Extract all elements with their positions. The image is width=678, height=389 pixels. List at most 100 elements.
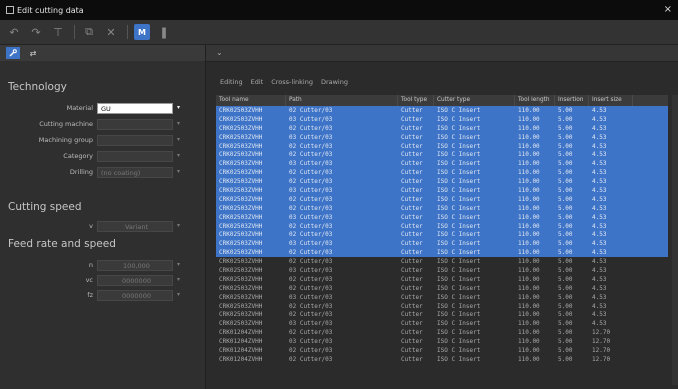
table-cell: 110.00	[518, 195, 540, 203]
redo-icon[interactable]: ↷	[28, 24, 44, 40]
table-row[interactable]: CRK02503ZVHH 02 Cutter/03 Cutter ISO C Inse…	[216, 275, 668, 284]
table-row[interactable]: CRK02503ZVHH 03 Cutter/03 Cutter ISO C Inse…	[216, 239, 668, 249]
table-row[interactable]: CRK01204ZVHH 02 Cutter/03 Cutter ISO C Inse…	[216, 328, 668, 337]
dropdown-arrow-icon[interactable]: ▾	[177, 120, 183, 128]
table-cell: 5.00	[558, 231, 573, 239]
column-header[interactable]: Tool type	[398, 95, 434, 106]
table-row[interactable]: CRK02503ZVHH 03 Cutter/03 Cutter ISO C Inse…	[216, 266, 668, 275]
scrollbar[interactable]	[672, 95, 678, 385]
table-row[interactable]: CRK02503ZVHH 02 Cutter/03 Cutter ISO C Inse…	[216, 284, 668, 293]
close-icon[interactable]: ×	[664, 4, 672, 15]
table-cell: 5.00	[558, 275, 573, 283]
delete-icon[interactable]: ✕	[103, 24, 119, 40]
table-cell: Cutter	[401, 195, 423, 203]
table-cell: 5.00	[558, 151, 573, 159]
column-header[interactable]: Insert size	[589, 95, 633, 106]
table-row[interactable]: CRK02503ZVHH 02 Cutter/03 Cutter ISO C Inse…	[216, 177, 668, 187]
dropdown-arrow-icon[interactable]: ▾	[177, 152, 183, 160]
dropdown-arrow-icon[interactable]: ▾	[177, 136, 183, 144]
table-cell: 110.00	[518, 284, 540, 292]
table-row[interactable]: CRK02503ZVHH 03 Cutter/03 Cutter ISO C Inse…	[216, 293, 668, 302]
feed-field-input[interactable]: 100,000	[97, 260, 173, 271]
table-row[interactable]: CRK02503ZVHH 02 Cutter/03 Cutter ISO C Inse…	[216, 123, 668, 133]
filter-icon[interactable]: ⊤	[50, 24, 66, 40]
tab-edit[interactable]: Edit	[251, 78, 264, 86]
table-cell: 02 Cutter/03	[289, 275, 333, 283]
tech-field-input[interactable]: GU	[97, 103, 173, 114]
column-header[interactable]: Cutter type	[434, 95, 515, 106]
table-cell: ISO C Insert	[437, 275, 481, 283]
table-row[interactable]: CRK02503ZVHH 02 Cutter/03 Cutter ISO C Inse…	[216, 150, 668, 160]
dropdown-arrow-icon[interactable]: ▾	[177, 276, 183, 284]
table-row[interactable]: CRK02503ZVHH 02 Cutter/03 Cutter ISO C Inse…	[216, 194, 668, 204]
dropdown-arrow-icon[interactable]: ▾	[177, 261, 183, 269]
table-row[interactable]: CRK02503ZVHH 02 Cutter/03 Cutter ISO C Inse…	[216, 310, 668, 319]
table-cell: 4.53	[592, 240, 607, 248]
table-cell: 110.00	[518, 231, 540, 239]
tab-cross-linking[interactable]: Cross-linking	[271, 78, 313, 86]
dropdown-arrow-icon[interactable]: ▾	[177, 168, 183, 176]
table-cell: CRK01204ZVHH	[219, 329, 263, 337]
tech-field-input[interactable]	[97, 151, 173, 162]
tab-drawing[interactable]: Drawing	[321, 78, 348, 86]
table-row[interactable]: CRK02503ZVHH 03 Cutter/03 Cutter ISO C Inse…	[216, 212, 668, 222]
tech-field-input[interactable]	[97, 135, 173, 146]
cutting-speed-field[interactable]: Variant	[97, 221, 173, 232]
table-row[interactable]: CRK02503ZVHH 03 Cutter/03 Cutter ISO C Inse…	[216, 114, 668, 124]
table-row[interactable]: CRK02503ZVHH 02 Cutter/03 Cutter ISO C Inse…	[216, 203, 668, 213]
copy-icon[interactable]: ⧉	[81, 24, 97, 40]
column-header[interactable]: Insertion	[555, 95, 589, 106]
table-row[interactable]: CRK01204ZVHH 02 Cutter/03 Cutter ISO C Inse…	[216, 346, 668, 355]
table-row[interactable]: CRK02503ZVHH 03 Cutter/03 Cutter ISO C Inse…	[216, 186, 668, 195]
dropdown-arrow-icon[interactable]: ▾	[177, 222, 183, 230]
dropdown-arrow-icon[interactable]: ▾	[177, 104, 183, 112]
table-row[interactable]: CRK02503ZVHH 03 Cutter/03 Cutter ISO C Inse…	[216, 132, 668, 142]
table-cell: 110.00	[518, 160, 540, 168]
feed-field-row: n 100,000 ▾	[0, 260, 205, 273]
table-row[interactable]: CRK02503ZVHH 02 Cutter/03 Cutter ISO C Inse…	[216, 257, 668, 266]
table-cell: 110.00	[518, 187, 540, 195]
table-cell: Cutter	[401, 160, 423, 168]
column-header[interactable]: Tool length	[515, 95, 555, 106]
table-row[interactable]: CRK02503ZVHH 02 Cutter/03 Cutter ISO C Inse…	[216, 168, 668, 178]
tech-field-label: Material	[66, 104, 93, 112]
table-cell: 110.00	[518, 267, 540, 275]
table-cell: 4.53	[592, 320, 607, 328]
table-row[interactable]: CRK02503ZVHH 02 Cutter/03 Cutter ISO C Inse…	[216, 141, 668, 151]
feed-field-input[interactable]: 0000000	[97, 290, 173, 301]
table-cell: CRK02503ZVHH	[219, 142, 263, 150]
tech-field-input[interactable]: (no coating)	[97, 167, 173, 178]
tech-field-input[interactable]	[97, 119, 173, 130]
table-row[interactable]: CRK02503ZVHH 03 Cutter/03 Cutter ISO C Inse…	[216, 159, 668, 169]
dropdown-arrow-icon[interactable]: ▾	[177, 291, 183, 299]
table-row[interactable]: CRK02503ZVHH 02 Cutter/03 Cutter ISO C Inse…	[216, 221, 668, 231]
table-cell: 02 Cutter/03	[289, 284, 333, 292]
tab-switch[interactable]: ⇄	[26, 47, 40, 59]
undo-icon[interactable]: ↶	[6, 24, 22, 40]
column-header[interactable]: Tool name	[216, 95, 286, 106]
table-row[interactable]: CRK02503ZVHH 03 Cutter/03 Cutter ISO C Inse…	[216, 319, 668, 328]
table-cell: 12.70	[592, 355, 611, 363]
tab-editing[interactable]: Editing	[220, 78, 243, 86]
table-cell: CRK02503ZVHH	[219, 275, 263, 283]
expand-icon[interactable]: ⌄	[216, 48, 223, 57]
table-cell: ISO C Insert	[437, 240, 481, 248]
table-row[interactable]: CRK01204ZVHH 02 Cutter/03 Cutter ISO C Inse…	[216, 355, 668, 364]
table-cell: Cutter	[401, 347, 423, 355]
tab-settings[interactable]	[6, 47, 20, 59]
table-row[interactable]: CRK02503ZVHH 02 Cutter/03 Cutter ISO C Inse…	[216, 302, 668, 311]
table-cell: Cutter	[401, 107, 423, 114]
table-row[interactable]: CRK02503ZVHH 02 Cutter/03 Cutter ISO C Inse…	[216, 248, 668, 258]
table-cell: CRK02503ZVHH	[219, 187, 263, 195]
mode-m-icon[interactable]: M	[134, 24, 150, 40]
table-row[interactable]: CRK02503ZVHH 02 Cutter/03 Cutter ISO C Inse…	[216, 106, 668, 115]
column-header[interactable]: Path	[286, 95, 398, 106]
info-icon[interactable]: ❚	[156, 24, 172, 40]
table-cell: ISO C Insert	[437, 258, 481, 266]
table-row[interactable]: CRK01204ZVHH 03 Cutter/03 Cutter ISO C Inse…	[216, 337, 668, 346]
table-row[interactable]: CRK02503ZVHH 02 Cutter/03 Cutter ISO C Inse…	[216, 230, 668, 240]
feed-field-input[interactable]: 0000000	[97, 275, 173, 286]
table-cell: 110.00	[518, 320, 540, 328]
table-cell: 4.53	[592, 249, 607, 257]
table-cell: Cutter	[401, 320, 423, 328]
